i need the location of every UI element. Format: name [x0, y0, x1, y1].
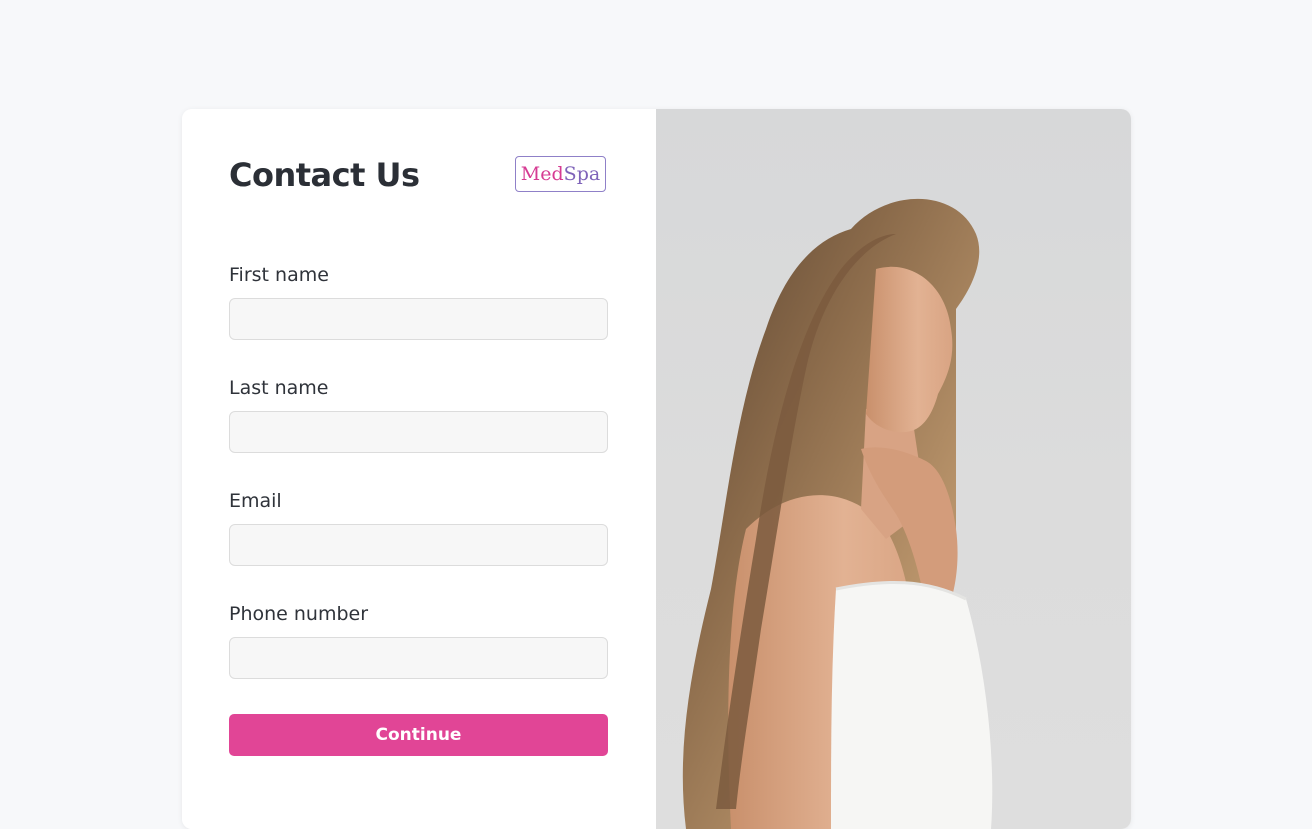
logo-text-spa: Spa: [563, 163, 601, 185]
medspa-logo: MedSpa: [515, 156, 606, 192]
hero-photo: [656, 109, 1131, 829]
phone-number-input[interactable]: [229, 637, 608, 679]
contact-form: Contact Us MedSpa First name Last name E…: [182, 109, 656, 829]
phone-number-label: Phone number: [229, 603, 369, 625]
email-input[interactable]: [229, 524, 608, 566]
first-name-label: First name: [229, 264, 329, 286]
page-title: Contact Us: [229, 156, 420, 194]
email-label: Email: [229, 490, 282, 512]
first-name-input[interactable]: [229, 298, 608, 340]
last-name-label: Last name: [229, 377, 329, 399]
woman-portrait-illustration: [682, 198, 993, 829]
continue-button[interactable]: Continue: [229, 714, 608, 756]
contact-card: Contact Us MedSpa First name Last name E…: [182, 109, 1131, 829]
last-name-input[interactable]: [229, 411, 608, 453]
logo-text-med: Med: [520, 163, 564, 185]
